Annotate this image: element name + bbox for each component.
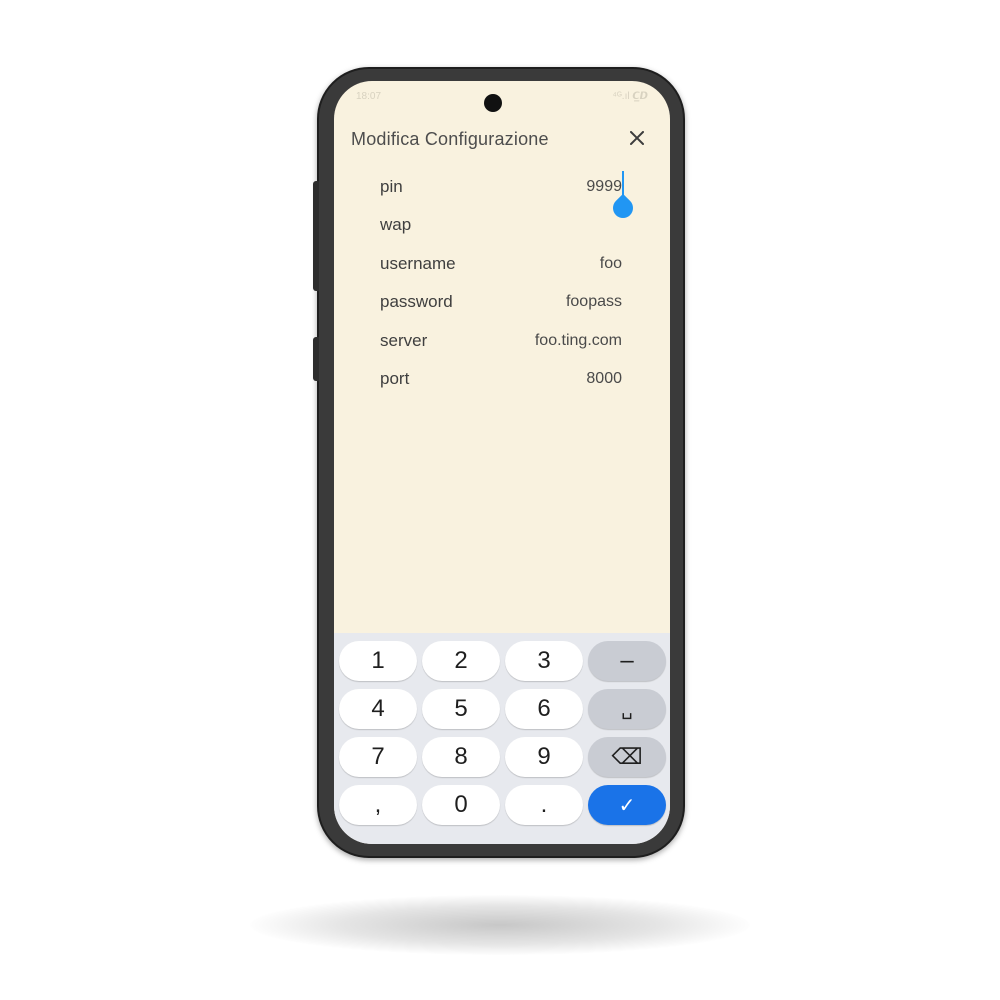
form-row-port: port bbox=[380, 365, 622, 395]
numeric-keyboard: 1 2 3 – 4 5 6 ␣ 7 8 9 ⌫ , 0 . ✓ bbox=[334, 633, 670, 844]
pin-label: pin bbox=[380, 177, 403, 196]
floor-shadow bbox=[250, 895, 750, 955]
key-8[interactable]: 8 bbox=[422, 737, 500, 777]
form-row-wap: wap bbox=[380, 211, 622, 241]
key-3[interactable]: 3 bbox=[505, 641, 583, 681]
key-space[interactable]: ␣ bbox=[588, 689, 666, 729]
server-field[interactable] bbox=[472, 332, 622, 350]
volume-button bbox=[313, 181, 319, 291]
form-row-pin: pin bbox=[380, 173, 622, 203]
power-button bbox=[313, 337, 319, 381]
pin-field[interactable] bbox=[472, 178, 622, 196]
wap-field[interactable] bbox=[472, 216, 622, 234]
status-time: 18:07 bbox=[356, 91, 382, 102]
username-label: username bbox=[380, 254, 456, 273]
key-enter[interactable]: ✓ bbox=[588, 785, 666, 825]
port-field[interactable] bbox=[472, 370, 622, 388]
key-comma[interactable]: , bbox=[339, 785, 417, 825]
stage: 18:07 ⁴ᴳ.ıl 𝘾̲𝘿 Modifica Configurazione … bbox=[0, 0, 1000, 1000]
key-backspace[interactable]: ⌫ bbox=[588, 737, 666, 777]
key-1[interactable]: 1 bbox=[339, 641, 417, 681]
key-6[interactable]: 6 bbox=[505, 689, 583, 729]
port-label: port bbox=[380, 369, 410, 388]
dialog-header: Modifica Configurazione bbox=[334, 121, 670, 161]
key-period[interactable]: . bbox=[505, 785, 583, 825]
dialog-title: Modifica Configurazione bbox=[351, 129, 549, 149]
form-row-username: username bbox=[380, 250, 622, 280]
key-5[interactable]: 5 bbox=[422, 689, 500, 729]
close-button[interactable] bbox=[624, 125, 650, 151]
key-9[interactable]: 9 bbox=[505, 737, 583, 777]
front-camera bbox=[484, 94, 502, 112]
username-field[interactable] bbox=[472, 255, 622, 273]
key-minus[interactable]: – bbox=[588, 641, 666, 681]
server-label: server bbox=[380, 331, 428, 350]
status-bar: 18:07 ⁴ᴳ.ıl 𝘾̲𝘿 bbox=[334, 81, 670, 111]
form-row-server: server bbox=[380, 327, 622, 357]
key-7[interactable]: 7 bbox=[339, 737, 417, 777]
close-icon bbox=[630, 131, 644, 145]
phone-screen: 18:07 ⁴ᴳ.ıl 𝘾̲𝘿 Modifica Configurazione … bbox=[334, 81, 670, 844]
password-field[interactable] bbox=[472, 293, 622, 311]
form-row-password: password bbox=[380, 288, 622, 318]
phone-frame: 18:07 ⁴ᴳ.ıl 𝘾̲𝘿 Modifica Configurazione … bbox=[313, 67, 685, 858]
wap-label: wap bbox=[380, 215, 412, 234]
password-label: password bbox=[380, 292, 453, 311]
status-icons: ⁴ᴳ.ıl 𝘾̲𝘿 bbox=[612, 91, 648, 102]
key-4[interactable]: 4 bbox=[339, 689, 417, 729]
key-2[interactable]: 2 bbox=[422, 641, 500, 681]
key-0[interactable]: 0 bbox=[422, 785, 500, 825]
